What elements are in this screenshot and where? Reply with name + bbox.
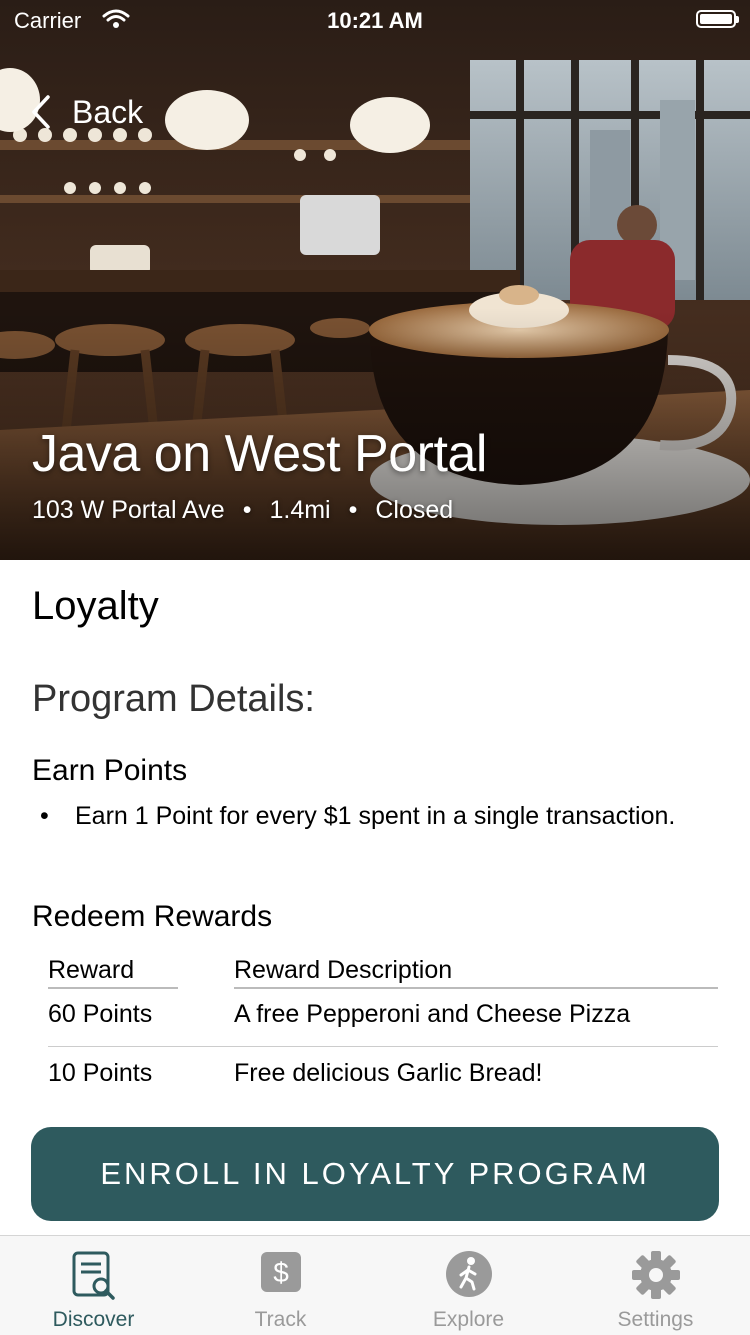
shop-meta: 103 W Portal Ave • 1.4mi • Closed <box>32 496 453 525</box>
dollar-icon: $ <box>260 1252 301 1292</box>
tab-settings[interactable]: Settings <box>562 1236 749 1335</box>
reward-points: 10 Points <box>48 1059 153 1087</box>
earn-rule-text: Earn 1 Point for every $1 spent in a sin… <box>75 802 676 830</box>
table-row: 10 Points Free delicious Garlic Bread! <box>48 1047 718 1105</box>
separator-dot: • <box>242 496 252 524</box>
loyalty-heading: Loyalty <box>32 584 159 628</box>
tab-label: Settings <box>617 1308 694 1331</box>
reward-description: Free delicious Garlic Bread! <box>234 1059 543 1087</box>
tab-bar: Discover $ Track Explore Settings <box>0 1235 750 1335</box>
rewards-table: Reward Reward Description 60 Points A fr… <box>48 952 718 1105</box>
tab-label: Explore <box>432 1308 505 1331</box>
list-item: • Earn 1 Point for every $1 spent in a s… <box>32 798 692 834</box>
separator-dot: • <box>348 496 358 524</box>
back-button[interactable]: Back <box>30 90 143 134</box>
column-header-description: Reward Description <box>234 956 718 989</box>
earn-points-list: • Earn 1 Point for every $1 spent in a s… <box>32 798 692 834</box>
enroll-button[interactable]: ENROLL IN LOYALTY PROGRAM <box>31 1127 719 1221</box>
tab-label: Track <box>254 1308 307 1331</box>
tab-discover[interactable]: Discover <box>0 1236 187 1335</box>
clock: 10:21 AM <box>327 8 423 33</box>
chevron-left-icon <box>32 95 50 129</box>
redeem-rewards-heading: Redeem Rewards <box>32 900 273 933</box>
tab-label: Discover <box>52 1308 135 1331</box>
reward-points: 60 Points <box>48 1000 153 1028</box>
column-header-reward: Reward <box>48 956 178 989</box>
table-header: Reward Reward Description <box>48 952 718 989</box>
shop-address: 103 W Portal Ave <box>32 496 225 524</box>
shop-status: Closed <box>375 496 454 524</box>
program-details-heading: Program Details: <box>32 678 315 720</box>
hero-image: Carrier 10:21 AM Back Java on West Porta… <box>0 0 750 560</box>
walking-icon <box>445 1251 492 1297</box>
tab-explore[interactable]: Explore <box>375 1236 562 1335</box>
bullet: • <box>40 802 49 830</box>
discover-icon <box>72 1251 115 1300</box>
table-row: 60 Points A free Pepperoni and Cheese Pi… <box>48 988 718 1047</box>
shop-distance: 1.4mi <box>269 496 331 524</box>
gear-icon <box>631 1251 680 1299</box>
tab-track[interactable]: $ Track <box>187 1236 374 1335</box>
reward-description: A free Pepperoni and Cheese Pizza <box>234 1000 631 1028</box>
battery-icon <box>696 10 739 28</box>
status-bar: Carrier 10:21 AM <box>0 0 750 40</box>
back-label: Back <box>72 93 144 130</box>
shop-name: Java on West Portal <box>32 425 487 483</box>
earn-points-heading: Earn Points <box>32 754 188 787</box>
svg-text:$: $ <box>273 1257 289 1288</box>
